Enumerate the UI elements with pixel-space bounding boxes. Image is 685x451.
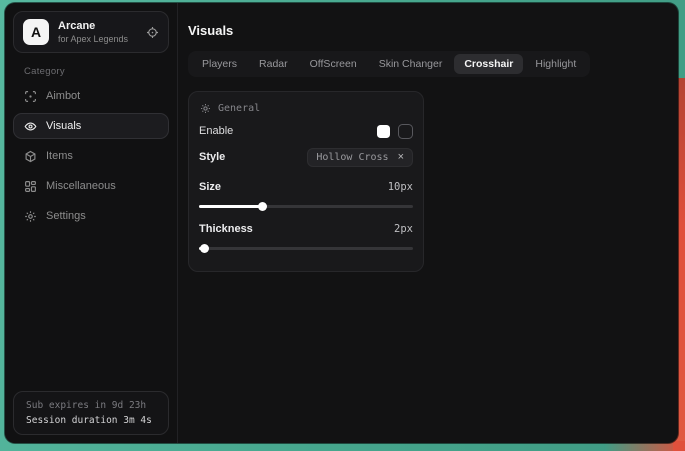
enable-label: Enable	[199, 125, 233, 137]
thickness-slider-track	[199, 247, 413, 250]
subscription-info-card: Sub expires in 9d 23h Session duration 3…	[13, 391, 169, 435]
size-value: 10px	[388, 181, 413, 193]
sidebar-item-label: Miscellaneous	[46, 180, 116, 192]
account-card[interactable]: A Arcane for Apex Legends	[13, 11, 169, 53]
app-subtitle: for Apex Legends	[58, 34, 128, 44]
page-title: Visuals	[188, 23, 678, 38]
sub-expiry-text: Sub expires in 9d 23h	[26, 400, 156, 411]
target-icon[interactable]	[146, 26, 159, 39]
size-label: Size	[199, 181, 221, 193]
panel-header: General	[200, 103, 413, 114]
app-logo: A	[23, 19, 49, 45]
thickness-row: Thickness 2px	[199, 218, 413, 240]
style-clear-icon[interactable]: ×	[398, 152, 404, 162]
eye-icon	[24, 120, 37, 133]
visuals-tabbar: Players Radar OffScreen Skin Changer Cro…	[188, 51, 590, 77]
app-window: A Arcane for Apex Legends Category	[5, 3, 678, 443]
category-label: Category	[24, 66, 177, 77]
package-icon	[24, 150, 37, 163]
main-content: Visuals Players Radar OffScreen Skin Cha…	[178, 3, 678, 443]
tab-players[interactable]: Players	[192, 54, 247, 74]
tab-skin-changer[interactable]: Skin Changer	[369, 54, 453, 74]
style-row: Style Hollow Cross ×	[199, 146, 413, 168]
style-select[interactable]: Hollow Cross ×	[307, 148, 413, 167]
tab-crosshair[interactable]: Crosshair	[454, 54, 523, 74]
enable-color-swatch[interactable]	[377, 125, 390, 138]
gear-icon	[24, 210, 37, 223]
sidebar-item-label: Visuals	[46, 120, 81, 132]
sidebar-item-label: Items	[46, 150, 73, 162]
thickness-value: 2px	[394, 223, 413, 235]
sidebar-item-aimbot[interactable]: Aimbot	[13, 83, 169, 109]
general-gear-icon	[200, 103, 211, 114]
style-label: Style	[199, 151, 225, 163]
tab-highlight[interactable]: Highlight	[525, 54, 586, 74]
enable-checkbox[interactable]	[398, 124, 413, 139]
sidebar-item-visuals[interactable]: Visuals	[13, 113, 169, 139]
grid-icon	[24, 180, 37, 193]
size-slider-fill	[199, 205, 263, 208]
crosshair-icon	[24, 90, 37, 103]
sidebar-item-settings[interactable]: Settings	[13, 203, 169, 229]
sidebar-item-miscellaneous[interactable]: Miscellaneous	[13, 173, 169, 199]
session-duration-text: Session duration 3m 4s	[26, 415, 156, 426]
general-panel: General Enable Style Hollow Cross × Size…	[188, 91, 424, 272]
thickness-label: Thickness	[199, 223, 253, 235]
style-selected-value: Hollow Cross	[316, 152, 388, 163]
tab-offscreen[interactable]: OffScreen	[300, 54, 367, 74]
size-slider[interactable]	[199, 200, 413, 212]
app-name: Arcane	[58, 20, 128, 32]
sidebar-nav: Aimbot Visuals Items	[5, 83, 177, 229]
size-row: Size 10px	[199, 176, 413, 198]
size-slider-thumb[interactable]	[258, 202, 267, 211]
thickness-slider-thumb[interactable]	[200, 244, 209, 253]
tab-radar[interactable]: Radar	[249, 54, 298, 74]
enable-row: Enable	[199, 120, 413, 142]
sidebar-item-label: Settings	[46, 210, 86, 222]
sidebar: A Arcane for Apex Legends Category	[5, 3, 178, 443]
sidebar-item-label: Aimbot	[46, 90, 80, 102]
sidebar-item-items[interactable]: Items	[13, 143, 169, 169]
panel-title: General	[218, 103, 260, 114]
thickness-slider[interactable]	[199, 242, 413, 254]
